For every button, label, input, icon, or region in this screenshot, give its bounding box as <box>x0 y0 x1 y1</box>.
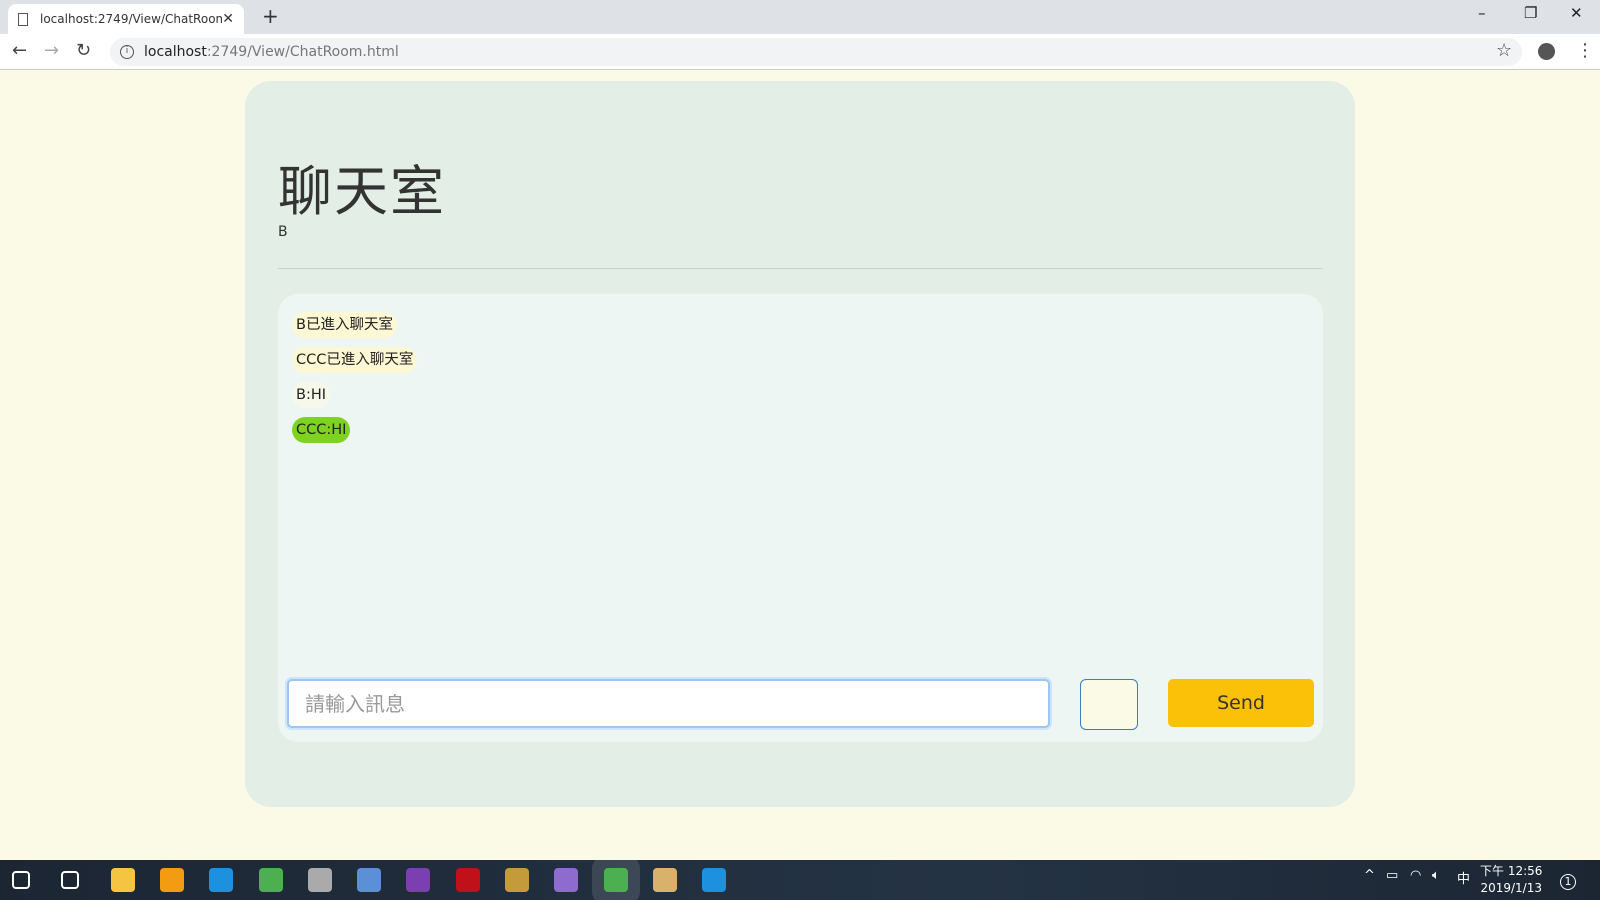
message-input[interactable] <box>287 679 1050 728</box>
wifi-icon[interactable]: ◠ <box>1410 868 1421 883</box>
windows-start-icon[interactable] <box>12 871 30 889</box>
account-icon[interactable] <box>1538 43 1555 60</box>
chat-message: CCC:HI <box>292 417 351 443</box>
search-icon[interactable] <box>61 871 80 889</box>
chat-message: B:HI <box>292 382 331 408</box>
chrome-active-icon[interactable] <box>603 868 628 892</box>
color-picker-box[interactable] <box>1080 679 1138 730</box>
new-tab-button[interactable]: + <box>262 4 279 28</box>
clock[interactable]: 下午 12:56 2019/1/13 <box>1480 863 1542 897</box>
tab-title: localhost:2749/View/ChatRoom.html <box>40 12 223 26</box>
app-orange-icon[interactable] <box>159 868 184 892</box>
date: 2019/1/13 <box>1480 881 1542 895</box>
time: 下午 12:56 <box>1480 864 1543 878</box>
restore-button[interactable]: ❐ <box>1524 4 1537 22</box>
league-of-legends-icon[interactable] <box>505 868 529 892</box>
tab-bar: localhost:2749/View/ChatRoom.html ✕ + – … <box>0 0 1600 34</box>
chrome-icon[interactable] <box>258 868 283 892</box>
chat-panel: B已進入聊天室 CCC已進入聊天室 B:HI CCC:HI Send <box>278 294 1323 742</box>
forward-icon[interactable]: → <box>44 40 59 61</box>
skype-icon[interactable] <box>209 868 234 892</box>
minimize-button[interactable]: – <box>1478 4 1486 22</box>
chat-message: CCC已進入聊天室 <box>292 347 418 373</box>
send-button[interactable]: Send <box>1168 679 1314 727</box>
internet-explorer-icon[interactable] <box>702 868 727 892</box>
page-icon <box>18 12 28 26</box>
menu-icon[interactable]: ⋮ <box>1576 40 1594 61</box>
chat-room-card: 聊天室 B B已進入聊天室 CCC已進入聊天室 B:HI CCC:HI Send <box>245 81 1355 807</box>
app-tower-icon[interactable] <box>307 868 332 892</box>
ime-indicator[interactable]: 中 <box>1457 868 1470 887</box>
info-icon[interactable]: i <box>120 45 134 59</box>
reload-icon[interactable]: ↻ <box>76 40 91 61</box>
visual-studio-2-icon[interactable] <box>554 868 579 892</box>
file-explorer-icon[interactable] <box>110 868 135 892</box>
close-window-button[interactable]: ✕ <box>1570 4 1583 22</box>
chat-message: B已進入聊天室 <box>292 312 397 338</box>
url-path: :2749/View/ChatRoom.html <box>206 44 399 60</box>
message-list: B已進入聊天室 CCC已進入聊天室 B:HI CCC:HI <box>292 312 418 452</box>
back-icon[interactable]: ← <box>12 40 27 61</box>
garena-icon[interactable] <box>455 868 480 892</box>
current-username: B <box>278 224 288 240</box>
taskbar: ^ ▭ ◠ 🔈︎ 中 下午 12:56 2019/1/13 1 <box>0 860 1600 900</box>
bookmark-star-icon[interactable]: ☆ <box>1496 40 1512 61</box>
url-host: localhost <box>144 44 207 60</box>
battery-icon[interactable]: ▭ <box>1386 868 1398 883</box>
close-tab-icon[interactable]: ✕ <box>222 11 234 27</box>
paint-icon[interactable] <box>652 868 677 892</box>
notification-center-icon[interactable]: 1 <box>1560 874 1576 890</box>
visual-studio-icon[interactable] <box>406 868 431 892</box>
browser-tab[interactable]: localhost:2749/View/ChatRoom.html ✕ <box>8 4 244 34</box>
app-computer-icon[interactable] <box>357 868 382 892</box>
show-hidden-icons[interactable]: ^ <box>1364 868 1375 883</box>
address-bar[interactable]: i localhost:2749/View/ChatRoom.html <box>110 38 1522 66</box>
divider <box>278 268 1323 269</box>
page-title: 聊天室 <box>278 160 446 223</box>
browser-toolbar: ← → ↻ i localhost:2749/View/ChatRoom.htm… <box>0 34 1600 70</box>
volume-icon[interactable]: 🔈︎ <box>1432 868 1440 883</box>
